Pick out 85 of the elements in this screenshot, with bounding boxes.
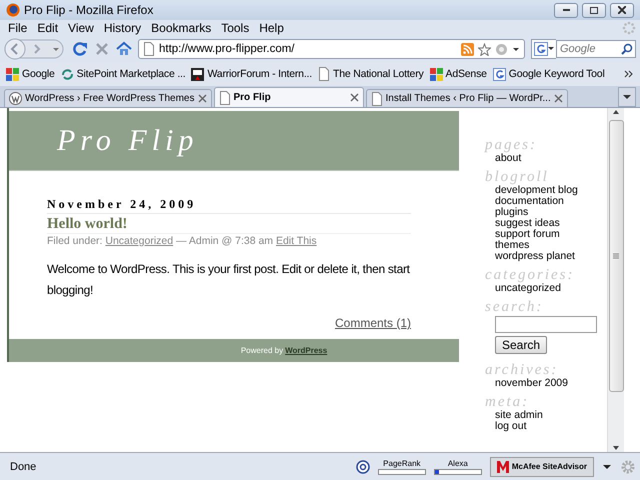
search-field[interactable]: Google <box>556 40 636 58</box>
post-meta-text: — Admin @ 7:38 am <box>175 235 274 247</box>
menu-item[interactable]: Edit <box>33 21 64 35</box>
minimize-button[interactable] <box>554 2 578 18</box>
page-icon <box>318 67 330 81</box>
sidebar-link[interactable]: suggest ideas <box>495 218 607 229</box>
pagerank-label: PageRank <box>383 458 421 468</box>
scroll-up-arrow-icon[interactable] <box>612 108 620 116</box>
menu-item[interactable]: File <box>4 21 34 35</box>
footer-link[interactable]: WordPress <box>285 346 328 355</box>
search-input[interactable] <box>495 316 597 333</box>
scrollbar[interactable] <box>607 108 624 452</box>
post-meta-text: Filed under: <box>47 235 104 247</box>
siteadvisor-button[interactable]: McAfee SiteAdvisor <box>490 456 594 476</box>
category-link[interactable]: Uncategorized <box>105 235 174 247</box>
sidebar-link[interactable]: themes <box>495 240 607 251</box>
post-body: Welcome to WordPress. This is your first post. Edit or delete it, then start blogging! <box>47 261 411 299</box>
sidebar-link[interactable]: about <box>495 153 607 164</box>
dropdown-arrow-icon[interactable] <box>602 462 612 470</box>
caret-icon <box>623 93 631 101</box>
caret-icon <box>548 47 554 51</box>
bookmark-item[interactable]: WarriorForum - Intern... <box>191 68 312 80</box>
maximize-icon <box>590 6 598 14</box>
sidebar-link[interactable]: november 2009 <box>495 378 607 389</box>
close-icon[interactable] <box>198 94 206 103</box>
close-icon[interactable] <box>554 94 563 103</box>
alexa-label: Alexa <box>448 458 468 468</box>
post-date: November 24, 2009 <box>47 197 411 214</box>
menu-item[interactable]: Help <box>255 21 290 35</box>
bookmark-item[interactable]: The National Lottery <box>318 67 424 81</box>
letter-g-icon <box>534 42 548 56</box>
firefox-logo-icon <box>6 3 20 17</box>
bookmark-item[interactable]: SitePoint Marketplace ... <box>60 68 186 80</box>
bookmark-item[interactable]: AdSense <box>430 68 487 80</box>
sidebar-link[interactable]: uncategorized <box>495 283 607 294</box>
grip-icon <box>613 253 619 259</box>
close-icon <box>618 6 626 14</box>
close-icon[interactable] <box>350 93 358 102</box>
sidebar-link[interactable]: documentation <box>495 196 607 207</box>
star-icon[interactable] <box>478 42 491 56</box>
comments-link[interactable]: Comments (1) <box>334 316 411 330</box>
menu-item[interactable]: History <box>100 21 148 35</box>
wordpress-logo-icon <box>9 92 22 105</box>
minimize-icon <box>562 9 570 11</box>
maximize-button[interactable] <box>582 2 606 18</box>
colored-squares-icon <box>6 68 19 80</box>
bookmark-item[interactable]: Google <box>6 68 55 80</box>
menu-item[interactable]: Bookmarks <box>147 21 218 35</box>
sidebar-link[interactable]: plugins <box>495 207 607 218</box>
loading-throbber-icon <box>622 21 636 35</box>
q-circle-icon[interactable] <box>356 460 370 474</box>
edit-link[interactable]: Edit This <box>276 235 317 247</box>
page-icon <box>370 92 382 106</box>
colored-squares-icon <box>430 68 443 80</box>
search-icon[interactable] <box>621 43 633 55</box>
menu-item[interactable]: Tools <box>217 21 256 35</box>
sidebar-link[interactable]: support forum <box>495 229 607 240</box>
browser-tab[interactable]: Pro Flip <box>214 87 364 107</box>
sidebar-link[interactable]: development blog <box>495 185 607 196</box>
post-title[interactable]: Hello world! <box>47 216 411 234</box>
footer-text: Powered by <box>240 346 284 355</box>
letter-g-icon <box>492 68 506 80</box>
tab-list-button[interactable] <box>618 87 636 107</box>
sidebar-link[interactable]: log out <box>495 421 607 432</box>
browser-tab[interactable]: WordPress › Free WordPress Themes <box>4 89 212 107</box>
search-button[interactable]: Search <box>495 336 548 354</box>
menu-item[interactable]: View <box>64 21 100 35</box>
chevron-icon[interactable] <box>624 69 634 79</box>
scroll-down-arrow-icon[interactable] <box>612 444 620 452</box>
home-icon[interactable] <box>116 41 132 57</box>
swirl-icon <box>60 68 74 80</box>
page-icon <box>143 42 155 56</box>
status-text: Done <box>10 460 38 472</box>
bookmark-item[interactable]: Google Keyword Tool <box>492 68 605 80</box>
page-icon <box>218 90 230 104</box>
browser-tab[interactable]: Install Themes ‹ Pro Flip — WordPr... <box>366 89 568 107</box>
sidebar-link[interactable]: wordpress planet <box>495 251 607 262</box>
sidebar-link[interactable]: site admin <box>495 410 607 421</box>
close-button[interactable] <box>610 2 634 18</box>
search-engine-button[interactable] <box>531 39 556 59</box>
window-title: Pro Flip - Mozilla Firefox <box>24 3 154 17</box>
address-bar[interactable]: http://www.pro-flipper.com/ <box>138 39 525 59</box>
letter-m-icon <box>496 460 509 472</box>
flag-icon <box>191 68 204 80</box>
reload-icon[interactable] <box>72 41 88 57</box>
